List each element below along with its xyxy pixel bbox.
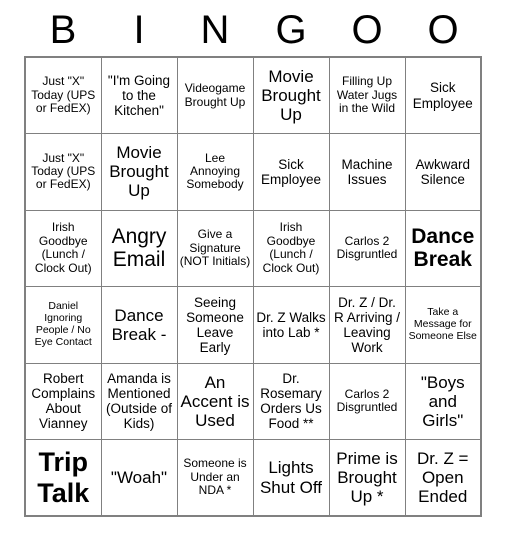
bingo-grid-body: Just "X" Today (UPS or FedEX) "I'm Going … <box>24 56 482 517</box>
bingo-row: Irish Goodbye (Lunch / Clock Out) Angry E… <box>24 209 482 287</box>
bingo-cell[interactable]: Take a Message for Someone Else <box>404 286 482 364</box>
bingo-cell[interactable]: Irish Goodbye (Lunch / Clock Out) <box>24 209 102 287</box>
bingo-header-letter: N <box>200 8 230 52</box>
bingo-cell[interactable]: Filling Up Water Jugs in the Wild <box>328 56 406 134</box>
bingo-cell[interactable]: Just "X" Today (UPS or FedEX) <box>24 133 102 211</box>
bingo-cell[interactable]: Give a Signature (NOT Initials) <box>176 209 254 287</box>
bingo-cell[interactable]: Videogame Brought Up <box>176 56 254 134</box>
bingo-cell[interactable]: Dance Break <box>404 209 482 287</box>
bingo-row: Daniel Ignoring People / No Eye Contact D… <box>24 286 482 364</box>
bingo-cell[interactable]: Robert Complains About Vianney <box>24 362 102 440</box>
bingo-cell[interactable]: Sick Employee <box>404 56 482 134</box>
bingo-cell[interactable]: Movie Brought Up <box>252 56 330 134</box>
bingo-header-letter: O <box>427 8 459 52</box>
bingo-cell[interactable]: Just "X" Today (UPS or FedEX) <box>24 56 102 134</box>
bingo-row: Just "X" Today (UPS or FedEX) "I'm Going … <box>24 56 482 134</box>
bingo-card: BINGOO Just "X" Today (UPS or FedEX) "I'm… <box>0 0 506 544</box>
bingo-header-letter: B <box>49 8 77 52</box>
bingo-cell[interactable]: Angry Email <box>100 209 178 287</box>
bingo-cell[interactable]: Trip Talk <box>24 439 102 517</box>
bingo-cell[interactable]: Lights Shut Off <box>252 439 330 517</box>
bingo-header: BINGOO <box>25 0 481 56</box>
bingo-cell[interactable]: Machine Issues <box>328 133 406 211</box>
bingo-cell[interactable]: Carlos 2 Disgruntled <box>328 209 406 287</box>
bingo-cell[interactable]: Dr. Z Walks into Lab * <box>252 286 330 364</box>
bingo-cell[interactable]: Irish Goodbye (Lunch / Clock Out) <box>252 209 330 287</box>
bingo-cell[interactable]: Sick Employee <box>252 133 330 211</box>
bingo-cell[interactable]: "I'm Going to the Kitchen" <box>100 56 178 134</box>
bingo-header-letter: I <box>133 8 145 52</box>
bingo-cell[interactable]: Dr. Z = Open Ended <box>404 439 482 517</box>
bingo-cell[interactable]: Amanda is Mentioned (Outside of Kids) <box>100 362 178 440</box>
bingo-cell[interactable]: Lee Annoying Somebody <box>176 133 254 211</box>
bingo-cell[interactable]: "Woah" <box>100 439 178 517</box>
bingo-header-letter: G <box>275 8 307 52</box>
bingo-row: Robert Complains About Vianney Amanda is … <box>24 362 482 440</box>
bingo-cell[interactable]: Dance Break - <box>100 286 178 364</box>
bingo-cell[interactable]: "Boys and Girls" <box>404 362 482 440</box>
bingo-cell[interactable]: Seeing Someone Leave Early <box>176 286 254 364</box>
bingo-cell[interactable]: An Accent is Used <box>176 362 254 440</box>
bingo-header-letter: O <box>351 8 383 52</box>
bingo-cell[interactable]: Someone is Under an NDA * <box>176 439 254 517</box>
bingo-cell[interactable]: Awkward Silence <box>404 133 482 211</box>
bingo-cell[interactable]: Movie Brought Up <box>100 133 178 211</box>
bingo-row: Trip Talk "Woah" Someone is Under an NDA *… <box>24 439 482 517</box>
bingo-cell[interactable]: Prime is Brought Up * <box>328 439 406 517</box>
bingo-cell[interactable]: Carlos 2 Disgruntled <box>328 362 406 440</box>
bingo-cell[interactable]: Dr. Z / Dr. R Arriving / Leaving Work <box>328 286 406 364</box>
bingo-cell[interactable]: Daniel Ignoring People / No Eye Contact <box>24 286 102 364</box>
bingo-cell[interactable]: Dr. Rosemary Orders Us Food ** <box>252 362 330 440</box>
bingo-row: Just "X" Today (UPS or FedEX) Movie Broug… <box>24 133 482 211</box>
bingo-grid: Just "X" Today (UPS or FedEX) "I'm Going … <box>24 56 482 517</box>
